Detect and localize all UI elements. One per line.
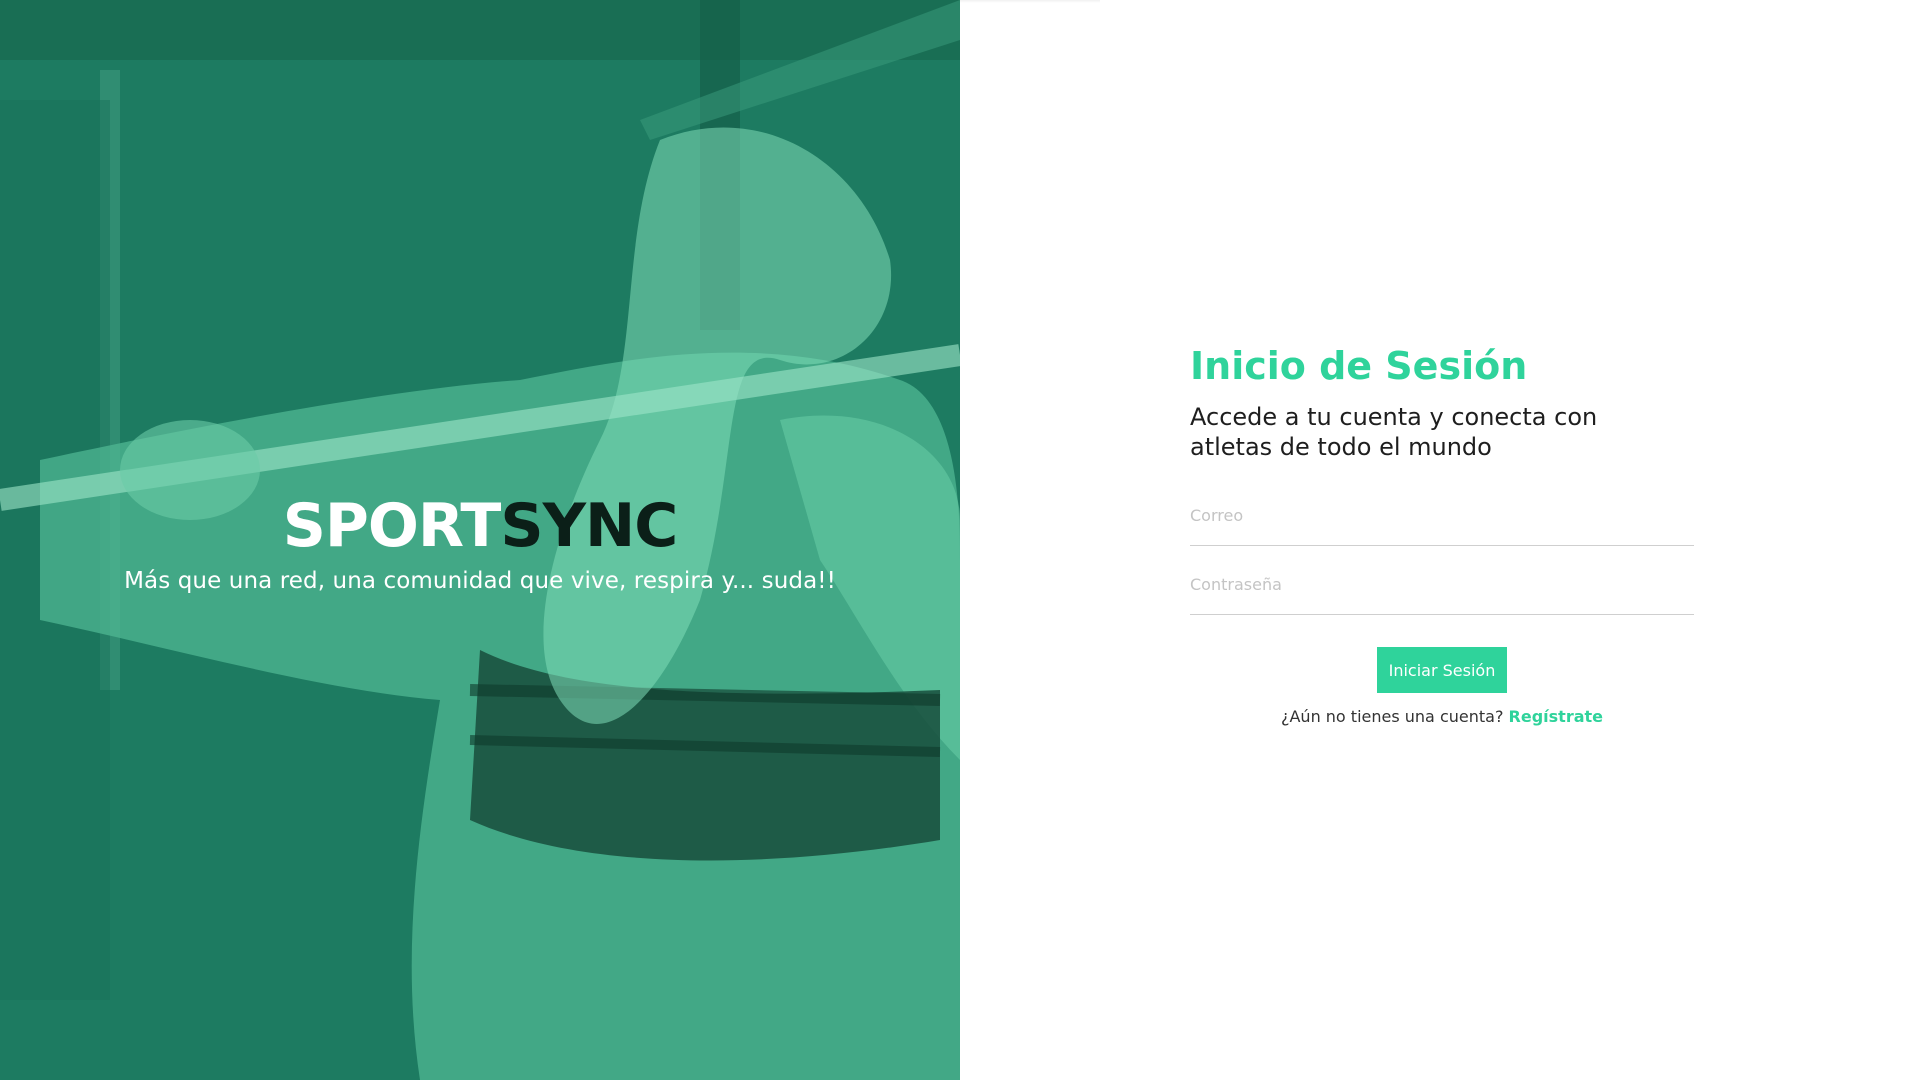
email-field[interactable] xyxy=(1190,502,1694,546)
hero-panel: SPORTSYNC Más que una red, una comunidad… xyxy=(0,0,960,1080)
brand-logo-sport: SPORT xyxy=(282,491,502,561)
register-link[interactable]: Regístrate xyxy=(1509,707,1603,726)
brand-tagline: Más que una red, una comunidad que vive,… xyxy=(124,568,836,594)
brand-logo-sync: SYNC xyxy=(500,491,678,561)
password-field[interactable] xyxy=(1190,571,1694,615)
login-subtitle: Accede a tu cuenta y conecta con atletas… xyxy=(1190,403,1598,461)
login-button[interactable]: Iniciar Sesión xyxy=(1376,647,1508,693)
login-form: Inicio de Sesión Accede a tu cuenta y co… xyxy=(1190,340,1694,726)
top-shadow xyxy=(960,0,1100,3)
brand-logo: SPORTSYNC xyxy=(0,488,960,564)
login-page: SPORTSYNC Más que una red, una comunidad… xyxy=(0,0,1920,1080)
form-actions: Iniciar Sesión xyxy=(1190,647,1694,693)
register-prompt: ¿Aún no tienes una cuenta? xyxy=(1280,707,1504,726)
login-panel: Inicio de Sesión Accede a tu cuenta y co… xyxy=(960,0,1920,1080)
password-field-wrapper xyxy=(1190,571,1694,615)
login-title: Inicio de Sesión xyxy=(1190,344,1528,388)
hero-brand-block: SPORTSYNC Más que una red, una comunidad… xyxy=(0,488,960,594)
register-line: ¿Aún no tienes una cuenta? Regístrate xyxy=(1190,707,1694,726)
email-field-wrapper xyxy=(1190,502,1694,546)
